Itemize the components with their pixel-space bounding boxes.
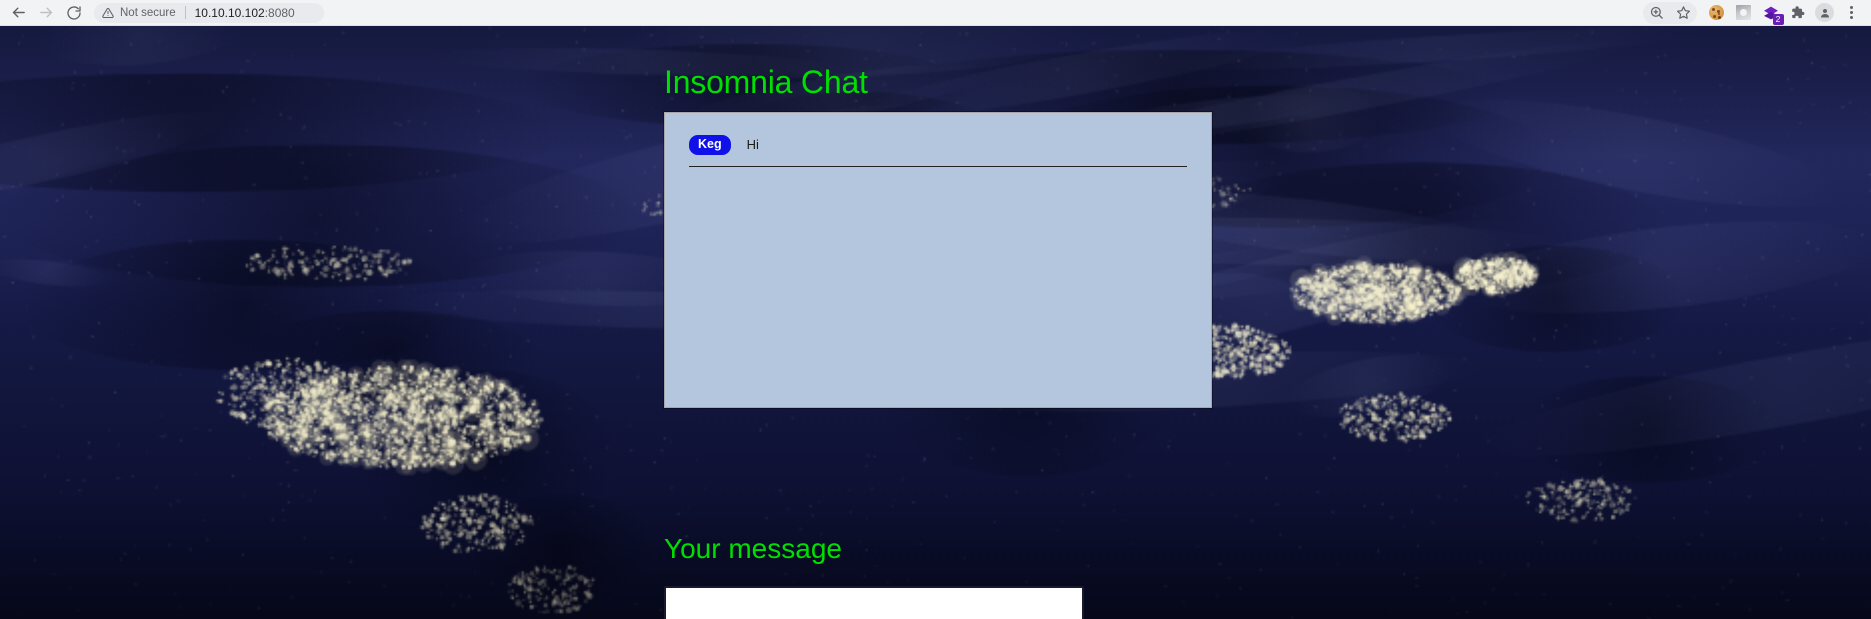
extension-badge-count: 2: [1772, 13, 1784, 25]
omnibox-action-pill: [1643, 1, 1697, 25]
security-status-label: Not secure: [120, 6, 176, 19]
forward-button[interactable]: [32, 1, 60, 25]
compose-label: Your message: [664, 533, 842, 564]
zoom-in-icon[interactable]: [1643, 1, 1670, 25]
message-author-badge: Keg: [689, 135, 731, 155]
page-title: Insomnia Chat: [664, 64, 868, 100]
url-port-text: :8080: [264, 5, 295, 20]
message-text: Hi: [746, 137, 759, 153]
profile-avatar-icon[interactable]: [1811, 1, 1838, 25]
message-separator: [689, 165, 1187, 167]
browser-toolbar: Not secure 10.10.10.102:8080 2: [0, 0, 1871, 26]
cookie-icon[interactable]: [1703, 1, 1730, 25]
page-viewport: Insomnia Chat Keg Hi Your message: [0, 26, 1871, 619]
puzzle-extensions-icon[interactable]: [1784, 1, 1811, 25]
chat-message-row: Keg Hi: [665, 113, 1211, 155]
warning-triangle-icon[interactable]: [102, 7, 114, 19]
toolbar-right-icons: 2: [1643, 1, 1871, 25]
omnibox-divider: [184, 6, 186, 19]
back-button[interactable]: [4, 1, 32, 25]
image-thumbnail-icon[interactable]: [1730, 1, 1757, 25]
message-input[interactable]: [664, 586, 1084, 619]
purple-extension-icon[interactable]: 2: [1757, 1, 1784, 25]
chat-messages-panel[interactable]: Keg Hi: [664, 112, 1212, 408]
page-content: Insomnia Chat Keg Hi Your message: [0, 26, 1871, 619]
bookmark-star-icon[interactable]: [1670, 1, 1697, 25]
url-host-text: 10.10.10.102: [194, 5, 265, 20]
address-bar[interactable]: Not secure 10.10.10.102:8080: [94, 2, 324, 23]
reload-button[interactable]: [60, 1, 88, 25]
kebab-menu-icon[interactable]: [1838, 1, 1865, 25]
navigation-buttons: [0, 1, 88, 25]
